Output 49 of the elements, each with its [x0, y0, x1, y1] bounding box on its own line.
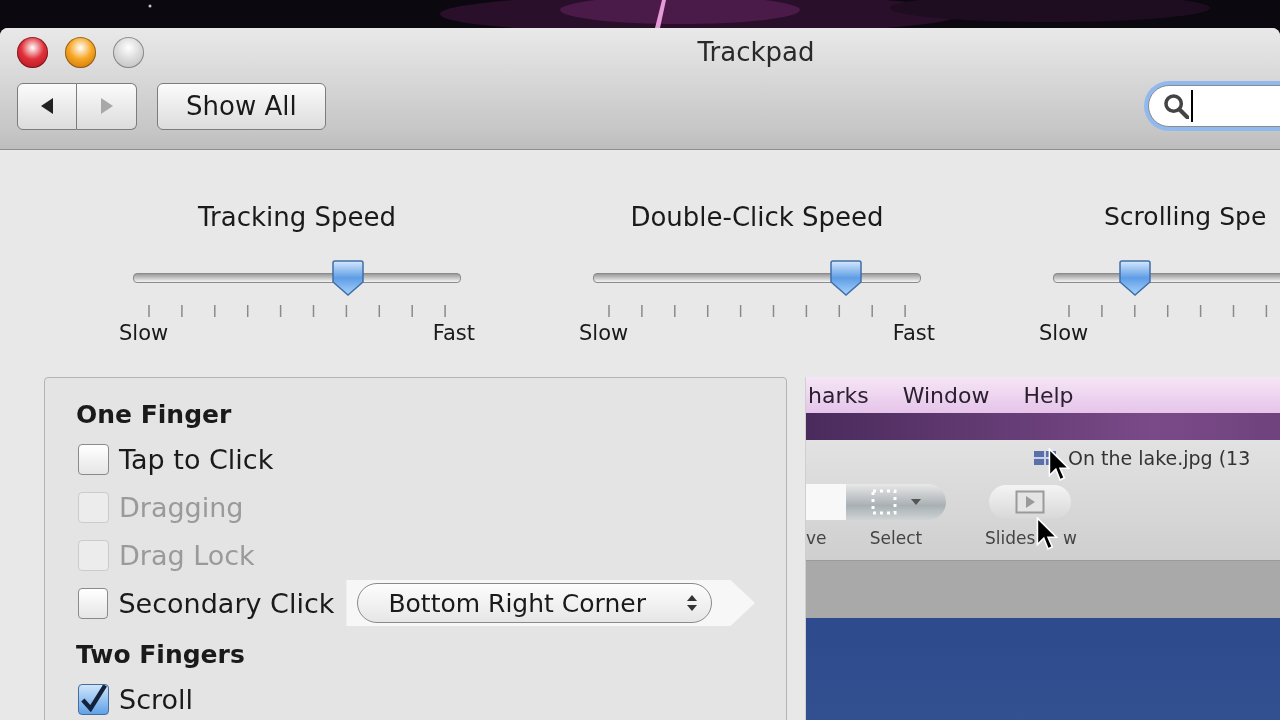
toolbar-label: Select — [869, 528, 923, 548]
checkmark-icon — [79, 684, 108, 713]
checkbox-label: Dragging — [119, 491, 244, 523]
forward-arrow-icon — [98, 96, 115, 116]
slider-max-label: Fast — [432, 320, 475, 346]
slider-thumb[interactable] — [1118, 260, 1152, 296]
slider-min-label: Slow — [579, 320, 629, 346]
checkbox[interactable] — [78, 443, 109, 475]
dropdown-caret-icon — [911, 499, 921, 505]
slider-thumb[interactable] — [330, 260, 365, 296]
select-tool-button[interactable] — [846, 484, 946, 520]
back-button[interactable] — [17, 82, 77, 130]
menu-item[interactable]: harks — [808, 382, 869, 408]
popup-button[interactable]: Bottom Right Corner — [357, 583, 713, 623]
section-heading: One Finger — [76, 400, 233, 430]
checkbox-label: Secondary Click — [118, 587, 335, 619]
close-button[interactable] — [17, 36, 48, 68]
mouse-pointer-icon — [1048, 448, 1070, 481]
search-icon — [1162, 93, 1189, 119]
menu-item[interactable]: Help — [1023, 382, 1074, 408]
checkbox[interactable] — [78, 587, 109, 619]
document-title: On the lake.jpg (13 — [1068, 447, 1251, 469]
up-down-arrows-icon — [687, 595, 698, 611]
slideshow-button[interactable] — [989, 485, 1071, 519]
slider-label: Double-Click Speed — [630, 202, 884, 232]
zoom-button[interactable] — [113, 36, 144, 68]
checkbox[interactable] — [78, 683, 109, 715]
mouse-pointer-icon — [1036, 517, 1058, 550]
show-all-button[interactable]: Show All — [157, 82, 326, 130]
menu-item[interactable]: Window — [902, 382, 990, 408]
checkbox-label: Scroll — [119, 683, 193, 715]
toolbar-label: Slides — [985, 528, 1036, 548]
checkbox-label: Drag Lock — [119, 539, 255, 571]
selection-icon — [871, 489, 897, 515]
slider-thumb[interactable] — [828, 260, 863, 296]
play-icon — [1015, 490, 1045, 514]
slider-min-label: Slow — [1039, 320, 1089, 346]
back-arrow-icon — [39, 96, 55, 116]
slider-max-label: Fast — [892, 320, 935, 346]
minimize-button[interactable] — [65, 36, 96, 68]
toolbar-label: w — [1063, 528, 1077, 548]
window-title: Trackpad — [696, 37, 815, 67]
slider-label: Scrolling Spe — [1104, 202, 1267, 232]
text-caret-icon — [1190, 90, 1193, 122]
slider-label: Tracking Speed — [198, 202, 396, 232]
slider-min-label: Slow — [119, 320, 169, 346]
toolbar-label: ve — [806, 528, 827, 548]
section-heading: Two Fingers — [76, 640, 246, 670]
checkbox-label: Tap to Click — [119, 443, 274, 475]
